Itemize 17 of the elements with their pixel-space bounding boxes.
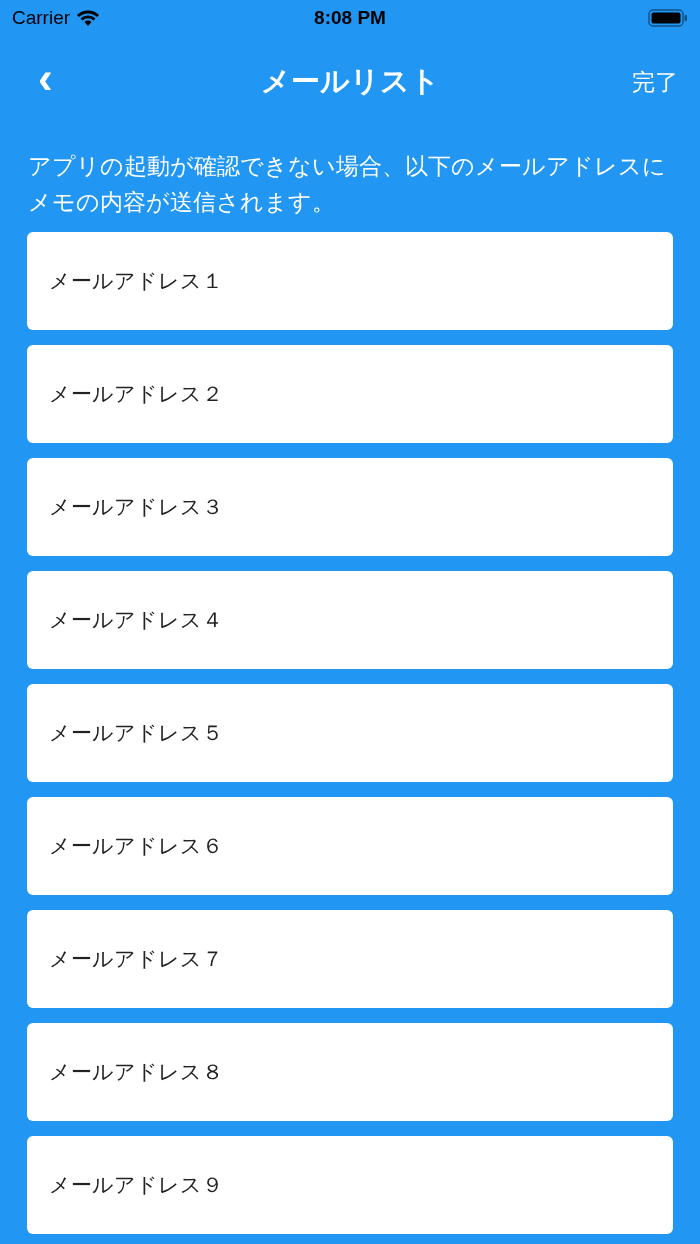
email-field[interactable]: メールアドレス３ xyxy=(27,458,673,556)
description-text: アプリの起動が確認できない場合、以下のメールアドレスにメモの内容が送信されます。 xyxy=(28,152,667,217)
carrier-label: Carrier xyxy=(12,7,71,29)
email-field[interactable]: メールアドレス２ xyxy=(27,345,673,443)
battery-icon xyxy=(648,9,688,27)
email-field[interactable]: メールアドレス５ xyxy=(27,684,673,782)
screen-title: メールリスト xyxy=(260,63,440,100)
wifi-icon xyxy=(76,9,101,27)
email-field[interactable]: メールアドレス８ xyxy=(27,1023,673,1121)
done-button[interactable]: 完了 xyxy=(628,62,682,102)
clock-time: 8:08 PM xyxy=(314,7,386,29)
back-button[interactable]: ‹ xyxy=(30,56,61,100)
email-field[interactable]: メールアドレス６ xyxy=(27,797,673,895)
email-field[interactable]: メールアドレス４ xyxy=(27,571,673,669)
email-field[interactable]: メールアドレス１ xyxy=(27,232,673,330)
email-field[interactable]: メールアドレス９ xyxy=(27,1136,673,1234)
email-field[interactable]: メールアドレス７ xyxy=(27,910,673,1008)
